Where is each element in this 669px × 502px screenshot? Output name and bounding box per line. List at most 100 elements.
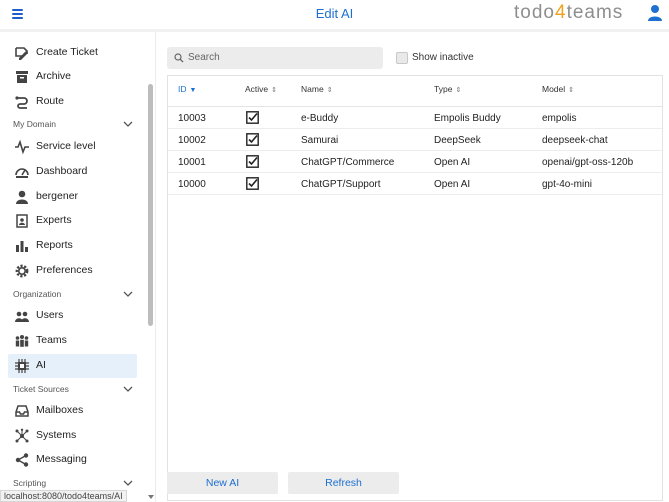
active-checkbox-checked-icon[interactable] [246, 155, 259, 168]
column-header-label: ID [178, 84, 187, 94]
table-row[interactable]: 10003 e-Buddy Empolis Buddy empolis [168, 107, 662, 129]
cell-id: 10000 [178, 179, 206, 190]
refresh-button[interactable]: Refresh [288, 472, 399, 494]
network-icon [15, 428, 29, 443]
top-bar: Edit AI todo4teams [0, 0, 669, 28]
cell-name: e-Buddy [301, 113, 339, 124]
sidebar-item-label: AI [36, 359, 46, 371]
cell-id: 10001 [178, 157, 206, 168]
table-row[interactable]: 10000 ChatGPT/Support Open AI gpt-4o-min… [168, 173, 662, 195]
users-icon [15, 311, 29, 322]
ai-table: ID ▼ Active ⇕ Name ⇕ Type ⇕ Model ⇕ 10003 e-B… [167, 75, 663, 501]
search-icon [174, 53, 184, 63]
column-header-label: Active [245, 84, 269, 94]
sidebar-item-label: Messaging [36, 453, 87, 465]
search-input[interactable]: Search [167, 47, 383, 69]
show-inactive-checkbox[interactable] [396, 52, 408, 64]
sidebar-item-label: Users [36, 309, 64, 321]
brand-suffix: teams [566, 2, 624, 23]
sidebar-item-label: Create Ticket [36, 46, 98, 58]
teams-icon [15, 335, 29, 347]
status-bar-url: localhost:8080/todo4teams/AI [0, 490, 127, 502]
sidebar-item-bergener[interactable]: bergener [8, 185, 137, 209]
sidebar-item-teams[interactable]: Teams [8, 329, 137, 353]
active-checkbox-checked-icon[interactable] [246, 133, 259, 146]
section-ticket-sources[interactable]: Ticket Sources [13, 384, 133, 398]
sidebar-item-label: bergener [36, 190, 79, 202]
sidebar-item-preferences[interactable]: Preferences [8, 259, 137, 283]
sidebar-item-label: Dashboard [36, 165, 88, 177]
scroll-down-arrow-icon[interactable] [148, 494, 154, 500]
sidebar-item-messaging[interactable]: Messaging [8, 448, 137, 472]
column-header-model[interactable]: Model ⇕ [542, 84, 574, 94]
chevron-down-icon [123, 386, 133, 392]
sidebar-item-create-ticket[interactable]: Create Ticket [8, 41, 137, 65]
section-label: Organization [13, 289, 62, 299]
cell-model: deepseek-chat [542, 135, 608, 146]
sort-icon: ⇕ [271, 87, 278, 94]
user-account-icon[interactable] [647, 4, 663, 22]
sidebar-item-label: Reports [36, 239, 73, 251]
bar-chart-icon [16, 241, 28, 252]
sidebar-item-mailboxes[interactable]: Mailboxes [8, 399, 137, 423]
cell-type: Open AI [434, 179, 471, 190]
main-panel: Search Show inactive ID ▼ Active ⇕ Name ⇕ T… [158, 32, 669, 502]
sidebar-item-route[interactable]: Route [8, 90, 137, 114]
cell-name: ChatGPT/Support [301, 179, 381, 190]
brand-logo: todo4teams [514, 2, 623, 24]
sidebar-scrollbar[interactable] [148, 84, 153, 326]
section-label: Ticket Sources [13, 384, 69, 394]
sidebar-item-archive[interactable]: Archive [8, 65, 137, 89]
cell-type: Empolis Buddy [434, 113, 501, 124]
table-row[interactable]: 10002 Samurai DeepSeek deepseek-chat [168, 129, 662, 151]
sort-desc-icon: ▼ [189, 87, 197, 94]
cell-model: gpt-4o-mini [542, 179, 593, 190]
sidebar-item-reports[interactable]: Reports [8, 234, 137, 258]
cell-name: ChatGPT/Commerce [301, 157, 395, 168]
cell-id: 10003 [178, 113, 206, 124]
sort-icon: ⇕ [326, 87, 333, 94]
active-checkbox-checked-icon[interactable] [246, 111, 259, 124]
create-ticket-icon [15, 47, 28, 60]
chip-icon [15, 359, 29, 373]
sidebar-item-label: Mailboxes [36, 404, 84, 416]
sidebar-item-users[interactable]: Users [8, 304, 137, 328]
cell-model: empolis [542, 113, 577, 124]
brand-prefix: todo [514, 2, 555, 23]
sidebar-item-systems[interactable]: Systems [8, 424, 137, 448]
sidebar-item-experts[interactable]: Experts [8, 209, 137, 233]
inbox-icon [15, 405, 29, 417]
section-label: Scripting [13, 478, 47, 488]
gear-icon [15, 264, 29, 278]
sidebar-item-label: Preferences [36, 264, 93, 276]
sidebar-item-service-level[interactable]: Service level [8, 135, 137, 159]
cell-id: 10002 [178, 135, 206, 146]
route-icon [15, 96, 28, 109]
sort-icon: ⇕ [568, 87, 575, 94]
column-header-type[interactable]: Type ⇕ [434, 84, 461, 94]
search-placeholder: Search [188, 52, 220, 63]
column-header-active[interactable]: Active ⇕ [245, 84, 277, 94]
experts-icon [16, 214, 28, 228]
section-organization[interactable]: Organization [13, 289, 133, 303]
sidebar-item-label: Experts [36, 214, 72, 226]
section-label: My Domain [13, 119, 56, 129]
sidebar-item-dashboard[interactable]: Dashboard [8, 160, 137, 184]
table-row[interactable]: 10001 ChatGPT/Commerce Open AI openai/gp… [168, 151, 662, 173]
new-ai-button[interactable]: New AI [167, 472, 278, 494]
active-checkbox-checked-icon[interactable] [246, 177, 259, 190]
sidebar: Create Ticket Archive Route My Domain Se… [0, 32, 156, 502]
column-header-id[interactable]: ID ▼ [178, 84, 196, 94]
chevron-down-icon [123, 121, 133, 127]
sidebar-item-label: Teams [36, 334, 67, 346]
column-header-label: Type [434, 84, 453, 94]
share-icon [15, 453, 29, 467]
column-header-name[interactable]: Name ⇕ [301, 84, 333, 94]
sidebar-item-label: Systems [36, 429, 77, 441]
sidebar-item-ai[interactable]: AI [8, 354, 137, 378]
cell-name: Samurai [301, 135, 339, 146]
cell-type: DeepSeek [434, 135, 481, 146]
chevron-down-icon [123, 480, 133, 486]
cell-model: openai/gpt-oss-120b [542, 157, 634, 168]
section-my-domain[interactable]: My Domain [13, 119, 133, 133]
